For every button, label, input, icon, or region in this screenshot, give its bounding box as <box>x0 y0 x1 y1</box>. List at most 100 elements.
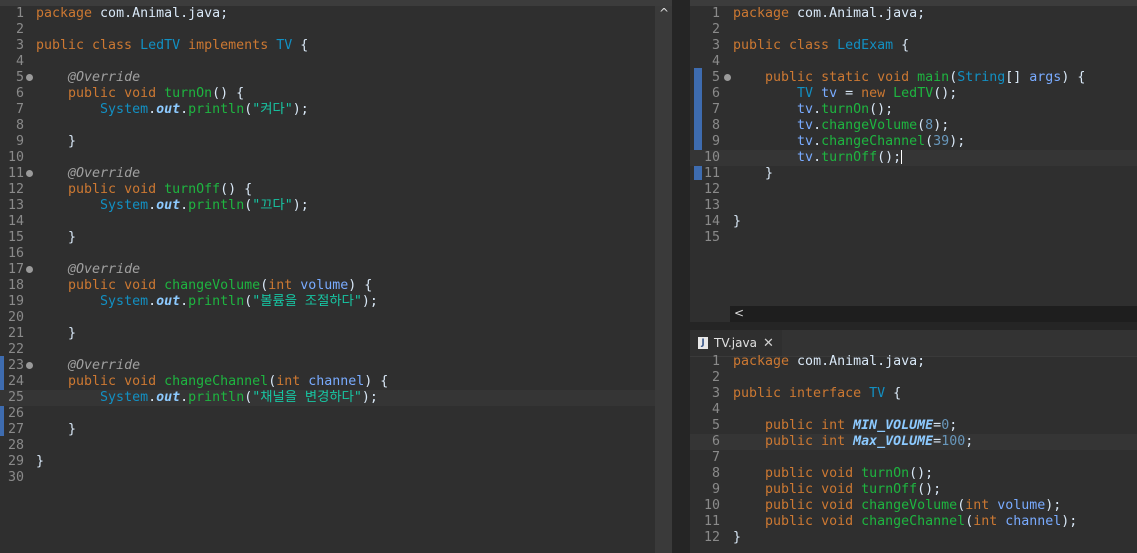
close-icon[interactable]: ✕ <box>763 336 774 351</box>
code-line[interactable]: 30 <box>0 470 672 486</box>
code-text[interactable]: System.out.println("채널을 변경하다"); <box>36 390 378 406</box>
code-line[interactable]: 20 <box>0 310 672 326</box>
code-text[interactable]: tv.turnOn(); <box>733 102 893 118</box>
code-text[interactable]: } <box>36 454 44 470</box>
code-line[interactable]: 16 <box>0 246 672 262</box>
code-line[interactable]: 15 } <box>0 230 672 246</box>
code-line[interactable]: 6 public void turnOn() { <box>0 86 672 102</box>
code-text[interactable]: } <box>733 530 741 546</box>
code-line[interactable]: 7 System.out.println("켜다"); <box>0 102 672 118</box>
code-line[interactable]: 28 <box>0 438 672 454</box>
right-top-horizontal-scrollbar[interactable] <box>730 306 1137 322</box>
left-editor-pane[interactable]: 1 package com.Animal.java; 2 3 public class … <box>0 0 672 553</box>
fold-toggle-icon[interactable] <box>26 74 33 81</box>
code-line[interactable]: 9 tv.changeChannel(39); <box>690 134 1137 150</box>
code-line[interactable]: 19 System.out.println("볼륨을 조절하다"); <box>0 294 672 310</box>
code-text[interactable]: System.out.println("끄다"); <box>36 198 309 214</box>
tab-tv-java[interactable]: J TV.java ✕ <box>690 330 782 356</box>
code-text[interactable]: public void turnOff(); <box>733 482 941 498</box>
code-line[interactable]: 4 <box>690 402 1137 418</box>
code-line[interactable]: 21 } <box>0 326 672 342</box>
code-text[interactable]: @Override <box>36 70 140 86</box>
code-line[interactable]: 10 tv.turnOff(); <box>690 150 1137 166</box>
code-line[interactable]: 2 <box>690 370 1137 386</box>
code-line[interactable]: 12 public void turnOff() { <box>0 182 672 198</box>
code-line[interactable]: 11 @Override <box>0 166 672 182</box>
scroll-up-arrow[interactable]: ^ <box>659 6 669 20</box>
code-text[interactable]: public class LedTV implements TV { <box>36 38 308 54</box>
code-line[interactable]: 5 @Override <box>0 70 672 86</box>
code-text[interactable]: public void turnOff() { <box>36 182 252 198</box>
code-text[interactable]: } <box>36 230 76 246</box>
code-line[interactable]: 8 <box>0 118 672 134</box>
code-text[interactable]: package com.Animal.java; <box>733 6 925 22</box>
code-line[interactable]: 7 tv.turnOn(); <box>690 102 1137 118</box>
right-bottom-editor-pane[interactable]: J TV.java ✕ 1 package com.Animal.java; 2 3 p… <box>690 330 1137 553</box>
code-text[interactable]: tv.changeChannel(39); <box>733 134 965 150</box>
left-vertical-scrollbar[interactable] <box>655 6 672 553</box>
code-text[interactable]: tv.changeVolume(8); <box>733 118 949 134</box>
code-text[interactable]: TV tv = new LedTV(); <box>733 86 957 102</box>
code-text[interactable]: public static void main(String[] args) { <box>733 70 1085 86</box>
code-line[interactable]: 25 System.out.println("채널을 변경하다"); <box>0 390 672 406</box>
code-text[interactable]: package com.Animal.java; <box>36 6 228 22</box>
code-line[interactable]: 9 public void turnOff(); <box>690 482 1137 498</box>
code-line[interactable]: 4 <box>690 54 1137 70</box>
right-top-editor-pane[interactable]: 1 package com.Animal.java; 2 3 public class … <box>690 0 1137 322</box>
code-text[interactable]: public int Max_VOLUME=100; <box>733 434 973 450</box>
code-line[interactable]: 14 <box>0 214 672 230</box>
code-line[interactable]: 3 public class LedTV implements TV { <box>0 38 672 54</box>
code-line[interactable]: 26 <box>0 406 672 422</box>
code-line[interactable]: 5 public int MIN_VOLUME=0; <box>690 418 1137 434</box>
code-text[interactable]: } <box>733 166 773 182</box>
code-line[interactable]: 1 package com.Animal.java; <box>690 6 1137 22</box>
code-line[interactable]: 8 tv.changeVolume(8); <box>690 118 1137 134</box>
code-line[interactable]: 22 <box>0 342 672 358</box>
code-text[interactable]: } <box>733 214 741 230</box>
code-line[interactable]: 11 public void changeChannel(int channel… <box>690 514 1137 530</box>
code-line[interactable]: 13 System.out.println("끄다"); <box>0 198 672 214</box>
code-line[interactable]: 29} <box>0 454 672 470</box>
code-text[interactable]: System.out.println("볼륨을 조절하다"); <box>36 294 378 310</box>
code-text[interactable]: public void turnOn() { <box>36 86 244 102</box>
code-line[interactable]: 10 public void changeVolume(int volume); <box>690 498 1137 514</box>
code-text[interactable]: @Override <box>36 262 140 278</box>
code-text[interactable]: } <box>36 134 76 150</box>
code-text[interactable]: public void changeChannel(int channel) { <box>36 374 388 390</box>
code-line[interactable]: 24 public void changeChannel(int channel… <box>0 374 672 390</box>
code-line[interactable]: 17 @Override <box>0 262 672 278</box>
code-text[interactable]: public int MIN_VOLUME=0; <box>733 418 957 434</box>
code-line[interactable]: 10 <box>0 150 672 166</box>
code-text[interactable]: System.out.println("켜다"); <box>36 102 309 118</box>
code-line[interactable]: 3 public class LedExam { <box>690 38 1137 54</box>
code-text[interactable]: package com.Animal.java; <box>733 354 925 370</box>
code-text[interactable]: public interface TV { <box>733 386 901 402</box>
code-line[interactable]: 2 <box>0 22 672 38</box>
code-text[interactable]: } <box>36 326 76 342</box>
code-text[interactable]: @Override <box>36 166 140 182</box>
code-line[interactable]: 9 } <box>0 134 672 150</box>
code-text[interactable]: public void turnOn(); <box>733 466 933 482</box>
code-line[interactable]: 1 package com.Animal.java; <box>690 354 1137 370</box>
code-text[interactable]: public void changeVolume(int volume) { <box>36 278 372 294</box>
vertical-splitter[interactable] <box>672 0 690 553</box>
code-line[interactable]: 12} <box>690 530 1137 546</box>
right-top-code-area[interactable]: 1 package com.Animal.java; 2 3 public class … <box>690 6 1137 246</box>
code-line[interactable]: 6 public int Max_VOLUME=100; <box>690 434 1137 450</box>
fold-toggle-icon[interactable] <box>26 266 33 273</box>
left-code-area[interactable]: 1 package com.Animal.java; 2 3 public class … <box>0 6 672 486</box>
code-line[interactable]: 5 public static void main(String[] args)… <box>690 70 1137 86</box>
code-line[interactable]: 3 public interface TV { <box>690 386 1137 402</box>
right-bottom-code-area[interactable]: 1 package com.Animal.java; 2 3 public interf… <box>690 354 1137 546</box>
fold-toggle-icon[interactable] <box>26 362 33 369</box>
horizontal-splitter[interactable] <box>690 322 1137 330</box>
fold-toggle-icon[interactable] <box>724 74 731 81</box>
code-line[interactable]: 15 <box>690 230 1137 246</box>
code-text[interactable]: @Override <box>36 358 140 374</box>
code-line[interactable]: 8 public void turnOn(); <box>690 466 1137 482</box>
code-line[interactable]: 27 } <box>0 422 672 438</box>
code-line[interactable]: 2 <box>690 22 1137 38</box>
code-text[interactable]: tv.turnOff(); <box>733 150 903 166</box>
code-line[interactable]: 1 package com.Animal.java; <box>0 6 672 22</box>
code-line[interactable]: 6 TV tv = new LedTV(); <box>690 86 1137 102</box>
